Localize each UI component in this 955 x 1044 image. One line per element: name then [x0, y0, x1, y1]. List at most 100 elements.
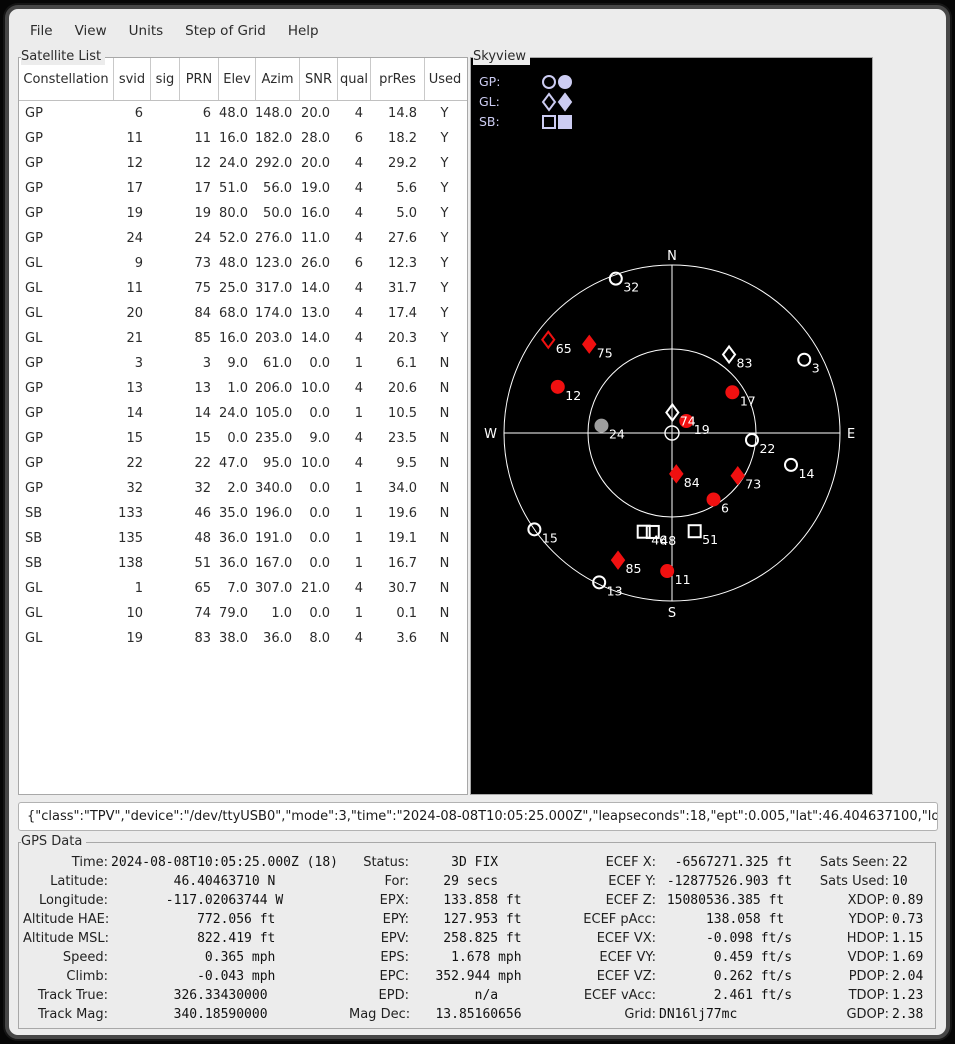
gps-field-label: Speed: [23, 948, 108, 967]
column-header-prres[interactable]: prRes [370, 58, 424, 100]
skyview-frame: Skyview NSWEGP:GL:SB:6111217192473758485… [470, 57, 873, 795]
gps-field-label: Sats Seen: [814, 853, 889, 872]
table-row[interactable]: GL218516.0203.014.0420.3Y [19, 326, 467, 351]
cell-prres: 6.1 [370, 351, 424, 376]
cell-prn: 32 [179, 476, 218, 501]
table-row[interactable]: SB1354836.0191.00.0119.1N [19, 526, 467, 551]
cell-svid: 10 [113, 601, 150, 626]
menu-item-view[interactable]: View [64, 20, 118, 42]
cell-azim: 167.0 [255, 551, 299, 576]
menu-item-units[interactable]: Units [118, 20, 175, 42]
menu-item-help[interactable]: Help [277, 20, 330, 42]
table-row[interactable]: GL117525.0317.014.0431.7Y [19, 276, 467, 301]
cell-elev: 51.0 [218, 176, 255, 201]
menu-item-step-of-grid[interactable]: Step of Grid [174, 20, 277, 42]
cell-snr: 10.0 [299, 376, 337, 401]
cell-prn: 12 [179, 151, 218, 176]
gps-field-value: -12877526.903 ft [659, 872, 792, 891]
table-row[interactable]: GP6648.0148.020.0414.8Y [19, 101, 467, 126]
table-row[interactable]: GP171751.056.019.045.6Y [19, 176, 467, 201]
table-row[interactable]: GP121224.0292.020.0429.2Y [19, 151, 467, 176]
cell-elev: 24.0 [218, 401, 255, 426]
cell-elev: 48.0 [218, 251, 255, 276]
gps-field-value: 772.056 ft [111, 910, 338, 929]
cell-prn: 75 [179, 276, 218, 301]
legend-circle-filled-icon [559, 76, 571, 88]
gps-field-label: Latitude: [23, 872, 108, 891]
satellite-marker-75 [583, 336, 595, 352]
gps-field-label: For: [349, 872, 409, 891]
column-header-qual[interactable]: qual [337, 58, 370, 100]
menu-item-file[interactable]: File [19, 20, 64, 42]
table-row[interactable]: GP32322.0340.00.0134.0N [19, 476, 467, 501]
cell-snr: 8.0 [299, 626, 337, 651]
cell-sig [150, 201, 179, 226]
table-row[interactable]: GL208468.0174.013.0417.4Y [19, 301, 467, 326]
cell-prn: 13 [179, 376, 218, 401]
column-header-sig[interactable]: sig [150, 58, 179, 100]
compass-label-north: N [667, 249, 677, 264]
cell-prres: 19.1 [370, 526, 424, 551]
cell-used: N [424, 426, 465, 451]
table-row[interactable]: GP141424.0105.00.0110.5N [19, 401, 467, 426]
cell-prres: 29.2 [370, 151, 424, 176]
gps-field-label: EPX: [349, 891, 409, 910]
gps-field-value: 22 [892, 853, 923, 872]
gps-field-value: 46.40463710 N [111, 872, 338, 891]
satellite-label-11: 11 [675, 572, 691, 587]
cell-azim: 235.0 [255, 426, 299, 451]
table-row[interactable]: SB1334635.0196.00.0119.6N [19, 501, 467, 526]
cell-prn: 6 [179, 101, 218, 126]
column-header-prn[interactable]: PRN [179, 58, 218, 100]
cell-svid: 12 [113, 151, 150, 176]
cell-snr: 10.0 [299, 451, 337, 476]
cell-used: Y [424, 176, 465, 201]
table-row[interactable]: GP242452.0276.011.0427.6Y [19, 226, 467, 251]
gps-field-label: ECEF Z: [564, 891, 656, 910]
table-row[interactable]: GP111116.0182.028.0618.2Y [19, 126, 467, 151]
cell-elev: 16.0 [218, 326, 255, 351]
cell-azim: 182.0 [255, 126, 299, 151]
legend-square-hollow-icon [543, 116, 555, 128]
cell-azim: 340.0 [255, 476, 299, 501]
cell-used: Y [424, 276, 465, 301]
gps-field-label: GDOP: [814, 1005, 889, 1024]
gps-field-value: 258.825 ft [412, 929, 522, 948]
compass-label-south: S [668, 606, 676, 621]
skyview-title: Skyview [473, 49, 530, 65]
cell-prres: 31.7 [370, 276, 424, 301]
table-row[interactable]: GL97348.0123.026.0612.3Y [19, 251, 467, 276]
satellite-label-22: 22 [759, 441, 775, 456]
table-row[interactable]: GP191980.050.016.045.0Y [19, 201, 467, 226]
cell-azim: 95.0 [255, 451, 299, 476]
gps-field-label: EPD: [349, 986, 409, 1005]
column-header-snr[interactable]: SNR [299, 58, 337, 100]
table-row[interactable]: GL1657.0307.021.0430.7N [19, 576, 467, 601]
cell-qual: 1 [337, 551, 370, 576]
cell-used: N [424, 476, 465, 501]
column-header-azim[interactable]: Azim [255, 58, 299, 100]
table-row[interactable]: GP222247.095.010.049.5N [19, 451, 467, 476]
table-row[interactable]: SB1385136.0167.00.0116.7N [19, 551, 467, 576]
cell-azim: 148.0 [255, 101, 299, 126]
satellite-label-19: 19 [694, 422, 710, 437]
gps-field-value: 0.89 [892, 891, 923, 910]
table-row[interactable]: GP15150.0235.09.0423.5N [19, 426, 467, 451]
table-row[interactable]: GL107479.01.00.010.1N [19, 601, 467, 626]
tpv-json-entry[interactable]: {"class":"TPV","device":"/dev/ttyUSB0","… [18, 802, 938, 831]
column-header-elev[interactable]: Elev [218, 58, 255, 100]
table-row[interactable]: GP339.061.00.016.1N [19, 351, 467, 376]
satellite-label-74: 74 [680, 413, 696, 428]
cell-sig [150, 226, 179, 251]
gps-field-value: n/a [412, 986, 522, 1005]
table-row[interactable]: GL198338.036.08.043.6N [19, 626, 467, 651]
cell-sig [150, 276, 179, 301]
gps-field-value: 1.69 [892, 948, 923, 967]
cell-prn: 51 [179, 551, 218, 576]
cell-constellation: SB [19, 526, 113, 551]
column-header-used[interactable]: Used [424, 58, 465, 100]
cell-used: N [424, 626, 465, 651]
cell-prres: 30.7 [370, 576, 424, 601]
table-row[interactable]: GP13131.0206.010.0420.6N [19, 376, 467, 401]
column-header-svid[interactable]: svid [113, 58, 150, 100]
